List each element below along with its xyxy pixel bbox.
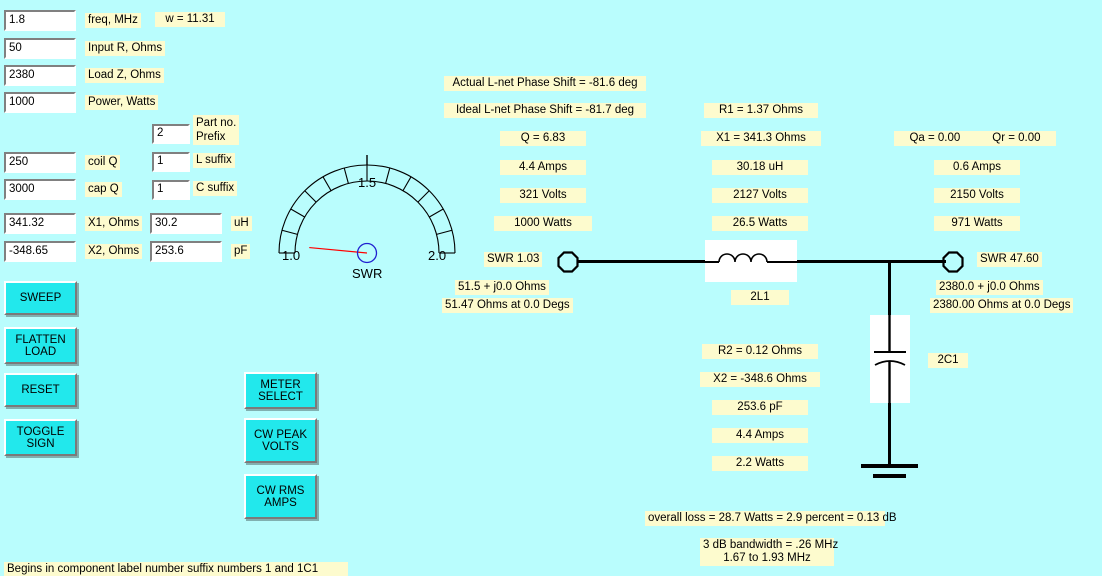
pf-input[interactable]: 253.6 [150,241,222,262]
power-label: Power, Watts [85,95,159,110]
ideal-phase-shift-label: Ideal L-net Phase Shift = -81.7 deg [444,103,646,118]
c-suffix-input[interactable]: 1 [152,180,190,200]
input-swr-label: SWR 1.03 [484,252,543,267]
cw-peak-volts-button[interactable]: CW PEAK VOLTS [244,418,317,463]
cap-q-label: cap Q [85,182,122,197]
part-prefix-label: Part no. Prefix [193,115,240,145]
bandwidth-label-line2: 1.67 to 1.93 MHz [700,551,834,566]
series-r-label: R1 = 1.37 Ohms [704,103,818,118]
ground-bar-small [873,474,906,478]
ground-bar-large [861,464,918,468]
output-complex-impedance-label: 2380.0 + j0.0 Ohms [936,280,1043,295]
c-suffix-label: C suffix [193,181,238,196]
load-qa-qr-label: Qa = 0.00 Qr = 0.00 [894,131,1056,146]
coil-q-label: coil Q [85,155,121,170]
series-watts-label: 26.5 Watts [712,216,808,231]
gauge-mid-label: 1.5 [358,175,377,190]
source-q-label: Q = 6.83 [500,131,586,146]
inductor-part-label: 2L1 [731,290,789,305]
capacitor-part-label: 2C1 [928,353,968,368]
load-z-input[interactable]: 2380 [4,65,76,86]
freq-input[interactable]: 1.8 [4,10,76,31]
source-watts-label: 1000 Watts [494,216,592,231]
coil-q-input[interactable]: 250 [4,152,76,173]
x1-ohms-label: X1, Ohms [85,216,143,231]
inductor-icon [705,253,797,263]
capacitor-icon [874,315,906,403]
shunt-watts-label: 2.2 Watts [712,456,808,471]
input-r-input[interactable]: 50 [4,38,76,59]
input-complex-impedance-label: 51.5 + j0.0 Ohms [455,280,549,295]
uh-label: uH [231,216,252,231]
shunt-capacitance-label: 253.6 pF [712,400,808,415]
power-input[interactable]: 1000 [4,92,76,113]
status-bar: Begins in component label number suffix … [4,562,348,576]
wire-capacitor-to-ground [888,403,891,465]
actual-phase-shift-label: Actual L-net Phase Shift = -81.6 deg [444,76,646,91]
shunt-amps-label: 4.4 Amps [712,428,808,443]
gauge-max-label: 2.0 [428,248,447,263]
flatten-load-button[interactable]: FLATTEN LOAD [4,327,77,364]
l-suffix-input[interactable]: 1 [152,152,190,172]
cap-q-input[interactable]: 3000 [4,179,76,200]
x1-ohms-input[interactable]: 341.32 [4,213,76,234]
part-prefix-input[interactable]: 2 [152,124,190,144]
wire-junction-to-output [890,260,946,263]
toggle-sign-button[interactable]: TOGGLE SIGN [4,419,77,456]
load-watts-label: 971 Watts [934,216,1020,231]
load-volts-label: 2150 Volts [934,188,1020,203]
uh-input[interactable]: 30.2 [150,213,222,234]
omega-label: w = 11.31 [155,12,225,27]
input-polar-impedance-label: 51.47 Ohms at 0.0 Degs [442,298,573,313]
series-volts-label: 2127 Volts [712,188,808,203]
shunt-r-label: R2 = 0.12 Ohms [702,344,818,359]
load-z-label: Load Z, Ohms [85,68,164,83]
x2-ohms-input[interactable]: -348.65 [4,241,76,262]
x2-ohms-label: X2, Ohms [85,244,143,259]
shunt-x-label: X2 = -348.6 Ohms [700,372,820,387]
output-swr-label: SWR 47.60 [977,252,1042,267]
output-polar-impedance-label: 2380.00 Ohms at 0.0 Degs [930,298,1074,313]
series-inductance-label: 30.18 uH [712,160,808,175]
cw-rms-amps-button[interactable]: CW RMS AMPS [244,474,317,519]
meter-select-button[interactable]: METER SELECT [244,372,317,409]
pf-label: pF [231,244,251,259]
wire-junction-to-capacitor [888,260,891,315]
wire-inductor-to-junction [797,260,893,263]
source-volts-label: 321 Volts [500,188,586,203]
wire-input-to-inductor [578,260,706,263]
sweep-button[interactable]: SWEEP [4,281,77,315]
l-suffix-label: L suffix [193,153,235,168]
source-amps-label: 4.4 Amps [500,160,586,175]
output-node-icon [942,251,964,273]
load-amps-label: 0.6 Amps [934,160,1020,175]
gauge-caption: SWR [352,266,383,281]
series-x-label: X1 = 341.3 Ohms [701,131,821,146]
gauge-min-label: 1.0 [282,248,301,263]
reset-button[interactable]: RESET [4,373,77,407]
input-r-label: Input R, Ohms [85,41,166,56]
freq-label: freq, MHz [85,13,141,28]
input-node-icon [557,251,579,273]
overall-loss-label: overall loss = 28.7 Watts = 2.9 percent … [645,511,897,526]
